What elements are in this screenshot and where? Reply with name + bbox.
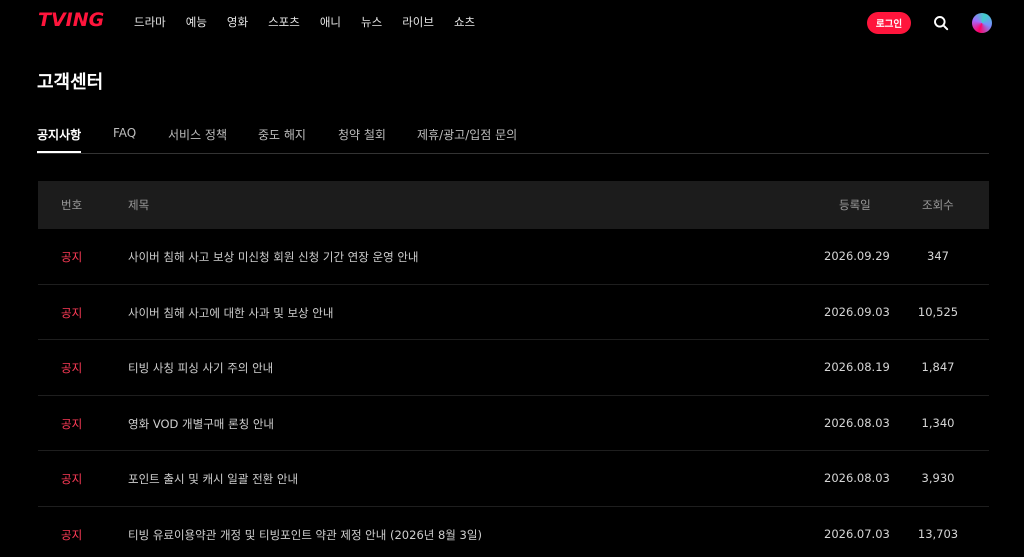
notice-badge: 공지 bbox=[61, 250, 83, 264]
table-row[interactable]: 공지 사이버 침해 사고에 대한 사과 및 보상 안내 2026.09.03 1… bbox=[38, 285, 989, 340]
notice-title[interactable]: 포인트 출시 및 캐시 일괄 전환 안내 bbox=[128, 471, 298, 487]
notice-title[interactable]: 티빙 사칭 피싱 사기 주의 안내 bbox=[128, 360, 273, 376]
header-no: 번호 bbox=[61, 198, 83, 212]
notice-views: 13,703 bbox=[917, 526, 959, 541]
tab-withdrawal[interactable]: 청약 철회 bbox=[338, 126, 386, 143]
table-row[interactable]: 공지 포인트 출시 및 캐시 일괄 전환 안내 2026.08.03 3,930 bbox=[38, 451, 989, 507]
page-title: 고객센터 bbox=[37, 72, 104, 93]
notice-title[interactable]: 사이버 침해 사고 보상 미신청 회원 신청 기간 연장 운영 안내 bbox=[128, 249, 418, 265]
tab-partnership[interactable]: 제휴/광고/입점 문의 bbox=[417, 126, 517, 143]
notice-title[interactable]: 사이버 침해 사고에 대한 사과 및 보상 안내 bbox=[128, 305, 333, 321]
nav-item-shorts[interactable]: 쇼츠 bbox=[454, 14, 475, 30]
nav-item-live[interactable]: 라이브 bbox=[402, 14, 434, 30]
notice-views: 1,847 bbox=[921, 360, 955, 374]
header-views: 조회수 bbox=[922, 198, 954, 212]
notice-title[interactable]: 영화 VOD 개별구매 론칭 안내 bbox=[128, 416, 274, 432]
tving-logo[interactable]: TVING bbox=[38, 9, 104, 31]
table-row[interactable]: 공지 사이버 침해 사고 보상 미신청 회원 신청 기간 연장 운영 안내 20… bbox=[38, 229, 989, 285]
table-row[interactable]: 공지 티빙 유료이용약관 개정 및 티빙포인트 약관 제정 안내 (2026년 … bbox=[38, 507, 989, 557]
notice-date: 2026.07.03 bbox=[824, 526, 890, 541]
header-date: 등록일 bbox=[839, 198, 871, 212]
notice-title[interactable]: 티빙 유료이용약관 개정 및 티빙포인트 약관 제정 안내 (2026년 8월 … bbox=[128, 527, 482, 543]
notice-views: 347 bbox=[927, 249, 949, 263]
tab-notice[interactable]: 공지사항 bbox=[37, 126, 81, 143]
nav-item-movie[interactable]: 영화 bbox=[227, 14, 248, 30]
notice-date: 2026.08.19 bbox=[824, 360, 890, 374]
nav-item-anime[interactable]: 애니 bbox=[320, 14, 341, 30]
notice-badge: 공지 bbox=[61, 361, 83, 375]
notice-date: 2026.09.29 bbox=[824, 249, 890, 263]
main-nav: 드라마 예능 영화 스포츠 애니 뉴스 라이브 쇼츠 bbox=[134, 14, 495, 30]
notice-date: 2026.08.03 bbox=[824, 415, 890, 430]
avatar[interactable] bbox=[972, 13, 992, 33]
notice-badge: 공지 bbox=[61, 305, 83, 320]
login-button[interactable]: 로그인 bbox=[867, 12, 911, 34]
tab-cancellation[interactable]: 중도 해지 bbox=[258, 126, 306, 143]
notice-date: 2026.08.03 bbox=[824, 471, 890, 485]
tab-service-policy[interactable]: 서비스 정책 bbox=[168, 126, 227, 143]
notice-badge: 공지 bbox=[61, 416, 83, 431]
active-tab-indicator bbox=[37, 151, 81, 153]
notice-table: 번호 제목 등록일 조회수 공지 사이버 침해 사고 보상 미신청 회원 신청 … bbox=[38, 181, 989, 557]
nav-item-variety[interactable]: 예능 bbox=[186, 14, 207, 30]
notice-badge: 공지 bbox=[61, 527, 83, 542]
nav-item-sports[interactable]: 스포츠 bbox=[268, 14, 300, 30]
search-icon[interactable] bbox=[933, 15, 949, 31]
table-header: 번호 제목 등록일 조회수 bbox=[38, 181, 989, 229]
notice-date: 2026.09.03 bbox=[824, 304, 890, 319]
table-row[interactable]: 공지 영화 VOD 개별구매 론칭 안내 2026.08.03 1,340 bbox=[38, 396, 989, 451]
notice-views: 3,930 bbox=[921, 471, 955, 485]
nav-item-drama[interactable]: 드라마 bbox=[134, 14, 166, 30]
notice-badge: 공지 bbox=[61, 472, 83, 486]
notice-views: 10,525 bbox=[917, 304, 959, 319]
tab-faq[interactable]: FAQ bbox=[113, 126, 136, 140]
top-header: TVING 드라마 예능 영화 스포츠 애니 뉴스 라이브 쇼츠 로그인 bbox=[0, 0, 1024, 46]
notice-views: 1,340 bbox=[921, 415, 955, 430]
header-title: 제목 bbox=[128, 198, 150, 212]
table-row[interactable]: 공지 티빙 사칭 피싱 사기 주의 안내 2026.08.19 1,847 bbox=[38, 340, 989, 396]
nav-item-news[interactable]: 뉴스 bbox=[361, 14, 382, 30]
support-tabs: 공지사항 FAQ 서비스 정책 중도 해지 청약 철회 제휴/광고/입점 문의 bbox=[37, 124, 989, 154]
